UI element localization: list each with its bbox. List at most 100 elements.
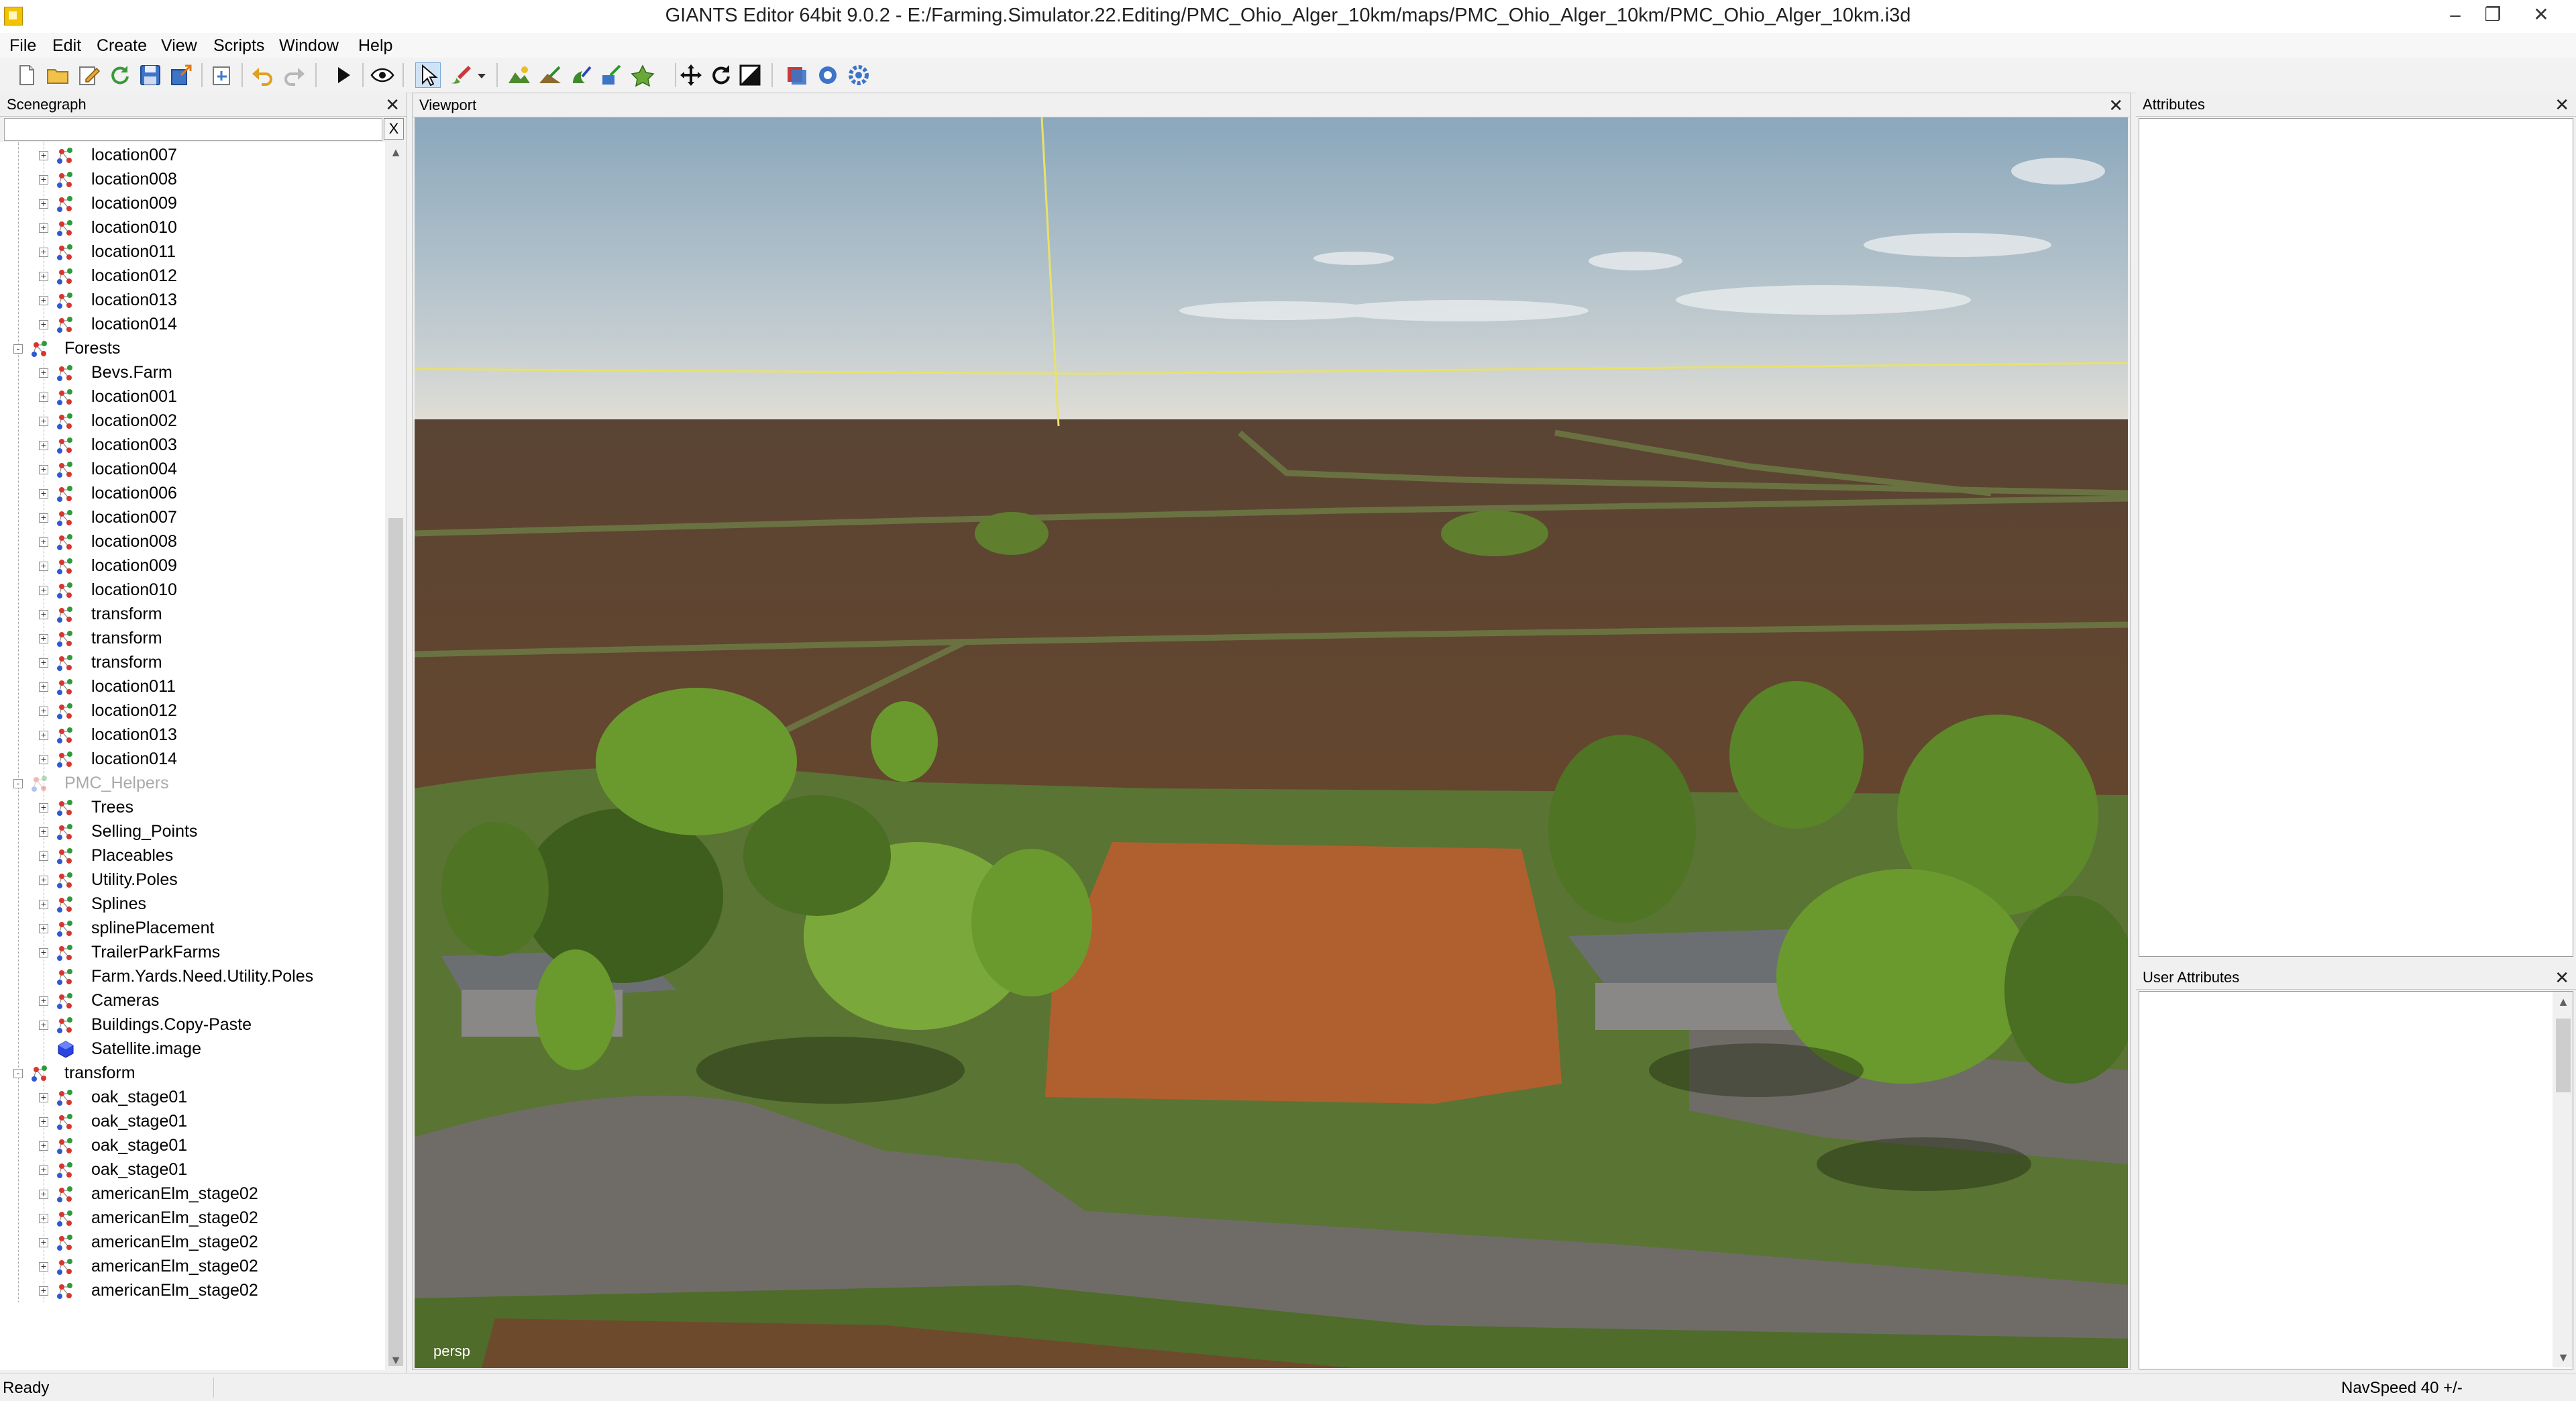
tree-item[interactable]: + location003 xyxy=(0,433,385,458)
restore-button[interactable]: ❐ xyxy=(2474,1,2512,28)
dropdown-icon[interactable] xyxy=(475,63,488,87)
tree-item[interactable]: + transform xyxy=(0,627,385,651)
tree-item[interactable]: + transform xyxy=(0,651,385,675)
select-icon[interactable] xyxy=(415,62,441,88)
tree-item[interactable]: + americanElm_stage02 xyxy=(0,1279,385,1303)
expand-toggle-icon[interactable]: + xyxy=(39,1237,48,1247)
scenegraph-scrollbar[interactable]: ▲ ▼ xyxy=(385,142,405,1370)
expand-toggle-icon[interactable]: + xyxy=(39,440,48,450)
tree-item[interactable]: + transform xyxy=(0,603,385,627)
close-window-button[interactable]: ✕ xyxy=(2522,1,2560,28)
tree-item[interactable]: + americanElm_stage02 xyxy=(0,1182,385,1206)
tree-item[interactable]: + location007 xyxy=(0,506,385,530)
eye-icon[interactable] xyxy=(370,63,394,87)
expand-toggle-icon[interactable]: + xyxy=(39,947,48,957)
tree-item[interactable]: + location012 xyxy=(0,699,385,723)
scale-icon[interactable] xyxy=(738,63,762,87)
expand-toggle-icon[interactable]: + xyxy=(39,875,48,885)
user-attributes-scrollbar[interactable]: ▲ ▼ xyxy=(2553,992,2573,1367)
expand-toggle-icon[interactable]: + xyxy=(39,706,48,716)
scenegraph-search-input[interactable] xyxy=(4,118,382,141)
open-icon[interactable] xyxy=(46,63,70,87)
tree-item[interactable]: + location007 xyxy=(0,144,385,168)
tree-item[interactable]: + location002 xyxy=(0,409,385,433)
tree-item[interactable]: + location009 xyxy=(0,554,385,578)
expand-toggle-icon[interactable]: + xyxy=(39,271,48,281)
expand-toggle-icon[interactable]: + xyxy=(39,1189,48,1199)
collapse-toggle-icon[interactable]: - xyxy=(13,344,23,354)
expand-toggle-icon[interactable]: + xyxy=(39,1141,48,1151)
expand-toggle-icon[interactable]: + xyxy=(39,633,48,643)
tree-item[interactable]: + Cameras xyxy=(0,989,385,1013)
tree-item[interactable]: + location004 xyxy=(0,458,385,482)
expand-toggle-icon[interactable]: + xyxy=(39,1286,48,1296)
scroll-up-arrow-icon[interactable]: ▲ xyxy=(388,144,403,161)
expand-toggle-icon[interactable]: + xyxy=(39,827,48,837)
tree-item[interactable]: + americanElm_stage02 xyxy=(0,1231,385,1255)
expand-toggle-icon[interactable]: + xyxy=(39,1213,48,1223)
menu-scripts[interactable]: Scripts xyxy=(211,35,267,57)
expand-toggle-icon[interactable]: + xyxy=(39,658,48,668)
viewport-close-button[interactable]: ✕ xyxy=(2108,93,2123,117)
placement-icon[interactable] xyxy=(631,63,655,87)
tree-item[interactable]: + oak_stage01 xyxy=(0,1086,385,1110)
new-icon[interactable] xyxy=(15,63,39,87)
terrain-sculpt-icon[interactable] xyxy=(507,63,531,87)
user-attributes-scrollbar-thumb[interactable] xyxy=(2556,1019,2571,1092)
decal-icon[interactable] xyxy=(600,63,624,87)
undo-icon[interactable] xyxy=(251,63,275,87)
expand-toggle-icon[interactable]: + xyxy=(39,1092,48,1102)
expand-toggle-icon[interactable]: + xyxy=(39,682,48,692)
expand-toggle-icon[interactable]: + xyxy=(39,319,48,329)
scenegraph-search-clear-button[interactable]: X xyxy=(384,118,404,140)
tree-item[interactable]: + location006 xyxy=(0,482,385,506)
expand-toggle-icon[interactable]: + xyxy=(39,464,48,474)
save-icon[interactable] xyxy=(138,63,162,87)
tree-item[interactable]: + location012 xyxy=(0,264,385,289)
tree-item[interactable]: + location010 xyxy=(0,578,385,603)
expand-toggle-icon[interactable]: + xyxy=(39,754,48,764)
tree-item[interactable]: + location014 xyxy=(0,313,385,337)
tree-item[interactable]: + splinePlacement xyxy=(0,917,385,941)
tree-item[interactable]: + location013 xyxy=(0,723,385,747)
expand-toggle-icon[interactable]: + xyxy=(39,1117,48,1127)
tree-item[interactable]: + Buildings.Copy-Paste xyxy=(0,1013,385,1037)
collapse-toggle-icon[interactable]: - xyxy=(13,778,23,788)
tree-item[interactable]: + oak_stage01 xyxy=(0,1158,385,1182)
expand-toggle-icon[interactable]: + xyxy=(39,1261,48,1272)
import-icon[interactable] xyxy=(209,63,233,87)
expand-toggle-icon[interactable]: + xyxy=(39,851,48,861)
tree-item[interactable]: + Selling_Points xyxy=(0,820,385,844)
expand-toggle-icon[interactable]: + xyxy=(39,247,48,257)
menu-window[interactable]: Window xyxy=(276,35,341,57)
expand-toggle-icon[interactable]: + xyxy=(39,392,48,402)
tree-item[interactable]: + Splines xyxy=(0,892,385,917)
expand-toggle-icon[interactable]: + xyxy=(39,199,48,209)
menu-create[interactable]: Create xyxy=(94,35,150,57)
menu-view[interactable]: View xyxy=(158,35,200,57)
tree-item[interactable]: + location009 xyxy=(0,192,385,216)
tree-item[interactable]: - PMC_Helpers xyxy=(0,772,385,796)
menu-file[interactable]: File xyxy=(7,35,39,57)
edit-icon[interactable] xyxy=(76,63,101,87)
minimize-button[interactable]: – xyxy=(2436,1,2474,28)
rotate-icon[interactable] xyxy=(708,63,733,87)
menu-help[interactable]: Help xyxy=(356,35,395,57)
tree-item[interactable]: + Trees xyxy=(0,796,385,820)
scroll-down-arrow-icon[interactable]: ▼ xyxy=(388,1351,403,1369)
menu-edit[interactable]: Edit xyxy=(50,35,84,57)
expand-toggle-icon[interactable]: + xyxy=(39,996,48,1006)
expand-toggle-icon[interactable]: + xyxy=(39,150,48,160)
collapse-toggle-icon[interactable]: - xyxy=(13,1068,23,1078)
tree-item[interactable]: + location014 xyxy=(0,747,385,772)
gear-icon[interactable] xyxy=(847,63,871,87)
tree-item[interactable]: Satellite.image xyxy=(0,1037,385,1061)
expand-toggle-icon[interactable]: + xyxy=(39,585,48,595)
user-attributes-close-button[interactable]: ✕ xyxy=(2555,966,2569,990)
export-icon[interactable] xyxy=(169,63,193,87)
expand-toggle-icon[interactable]: + xyxy=(39,609,48,619)
scenegraph-tree[interactable]: + location007 + location008 + location009 + loc… xyxy=(0,142,385,1370)
move-icon[interactable] xyxy=(679,63,703,87)
play-icon[interactable] xyxy=(331,63,356,87)
tree-item[interactable]: - Forests xyxy=(0,337,385,361)
